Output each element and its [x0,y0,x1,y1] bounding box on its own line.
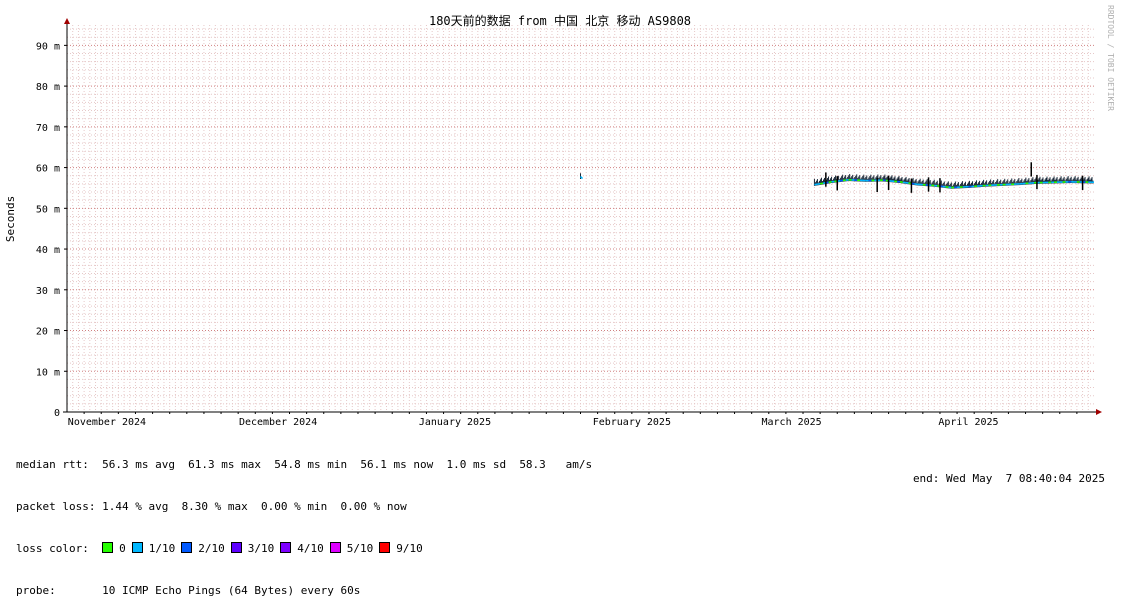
packet-loss-line: packet loss: 1.44 % avg 8.30 % max 0.00 … [16,500,592,514]
y-tick-label: 10 m [36,367,60,378]
x-tick-label: February 2025 [593,417,671,428]
loss-color-label: loss color: [16,542,89,555]
x-tick-label: April 2025 [938,417,998,428]
loss-color-value: 9/10 [396,542,423,555]
loss-color-item: 2/10 [181,542,225,556]
loss-color-swatch [231,542,242,553]
y-tick-label: 30 m [36,286,60,297]
loss-color-item: 1/10 [132,542,176,556]
y-tick-label: 50 m [36,204,60,215]
loss-color-items: 0 1/10 2/10 3/10 4/10 5/10 9/10 [102,542,429,555]
loss-color-value: 4/10 [297,542,324,555]
median-rtt-line: median rtt: 56.3 ms avg 61.3 ms max 54.8… [16,458,592,472]
y-tick-label: 90 m [36,41,60,52]
y-tick-label: 40 m [36,245,60,256]
y-axis-title: Seconds [4,196,17,242]
x-tick-label: January 2025 [419,417,491,428]
end-time: end: Wed May 7 08:40:04 2025 [913,472,1105,485]
loss-color-swatch [280,542,291,553]
y-tick-label: 20 m [36,327,60,338]
loss-color-value: 1/10 [149,542,176,555]
loss-color-swatch [132,542,143,553]
y-tick-label: 80 m [36,82,60,93]
probe-line: probe: 10 ICMP Echo Pings (64 Bytes) eve… [16,584,592,598]
loss-color-line: loss color: 0 1/10 2/10 3/10 4/10 5/10 9/10 [16,542,592,556]
loss-color-swatch [102,542,113,553]
y-axis-labels: 0 10 m 20 m 30 m 40 m 50 m 60 m 70 m 80 m 90 m [36,41,60,419]
chart: 0 10 m 20 m 30 m 40 m 50 m 60 m 70 m 80 m 90 m No… [0,0,1121,430]
loss-color-swatch [181,542,192,553]
minor-grid [67,25,1094,412]
watermark: RRDTOOL / TOBI OETIKER [1106,5,1115,111]
x-axis-arrow [1096,409,1102,415]
y-tick-label: 70 m [36,123,60,134]
loss-color-item: 4/10 [280,542,324,556]
loss-color-value: 3/10 [248,542,275,555]
loss-color-value: 2/10 [198,542,225,555]
y-axis-arrow [64,18,70,24]
loss-color-item: 5/10 [330,542,374,556]
x-tick-label: November 2024 [68,417,146,428]
legend: median rtt: 56.3 ms avg 61.3 ms max 54.8… [16,430,592,612]
x-tick-label: December 2024 [239,417,317,428]
x-axis-labels: November 2024 December 2024 January 2025 Fe… [68,417,999,428]
loss-color-value: 5/10 [347,542,374,555]
loss-color-swatch [330,542,341,553]
loss-color-item: 3/10 [231,542,275,556]
loss-color-swatch [379,542,390,553]
loss-color-item: 0 [102,542,126,556]
y-tick-label: 60 m [36,164,60,175]
loss-color-value: 0 [119,542,126,555]
y-tick-label: 0 [54,408,60,419]
chart-title: 180天前的数据 from 中国 北京 移动 AS9808 [429,13,691,28]
loss-color-item: 9/10 [379,542,423,556]
x-tick-label: March 2025 [761,417,821,428]
